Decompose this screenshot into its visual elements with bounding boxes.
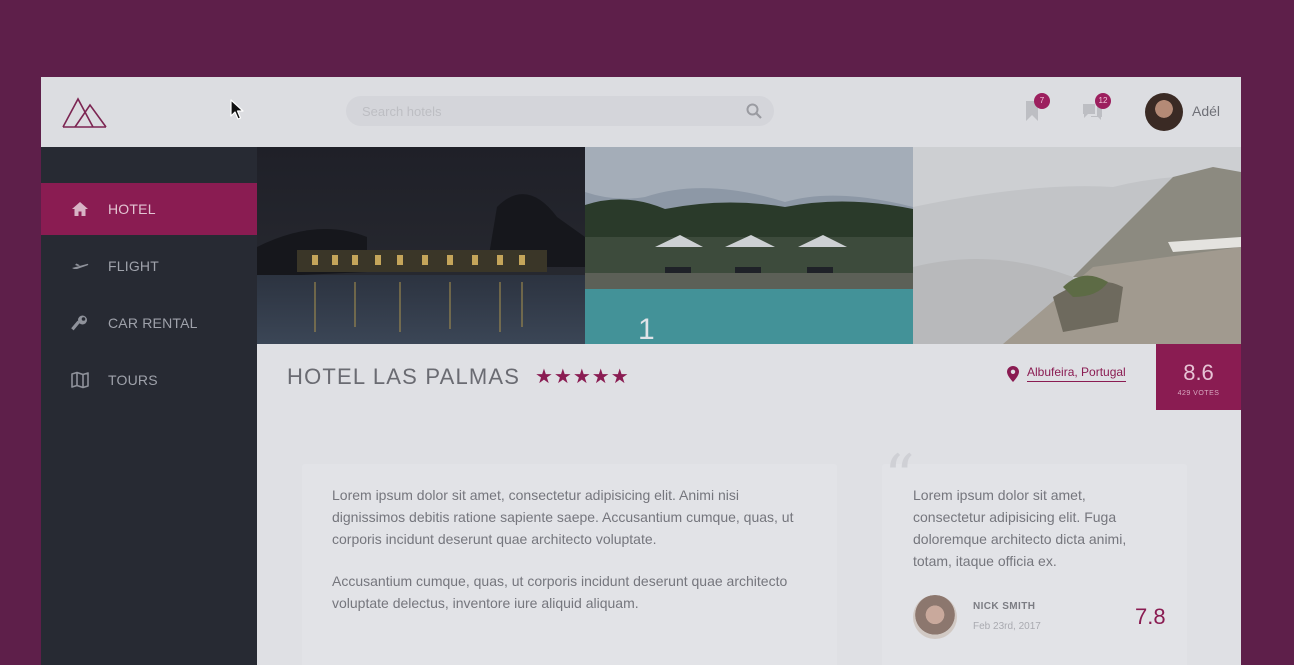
mouse-cursor-icon <box>230 99 244 120</box>
hotel-location-link[interactable]: Albufeira, Portugal <box>1027 365 1126 382</box>
reviewer-avatar <box>913 595 957 639</box>
reviewer-name: NICK SMITH <box>973 601 1036 612</box>
sidebar: HOTEL FLIGHT CAR RENTAL TOURS <box>41 147 257 665</box>
search-icon[interactable] <box>746 103 762 119</box>
sidebar-item-label: TOURS <box>108 372 158 388</box>
app-window: 7 12 Adél HOTEL FLIGHT <box>41 77 1241 665</box>
wrench-icon <box>71 315 87 331</box>
sidebar-item-label: FLIGHT <box>108 258 159 274</box>
map-icon <box>71 371 89 389</box>
slide-number: 1 <box>638 313 655 346</box>
user-avatar[interactable] <box>1145 93 1183 131</box>
mountain-logo-icon[interactable] <box>61 95 109 129</box>
home-icon <box>72 202 88 216</box>
gallery-photo-cliff-terrace[interactable] <box>913 147 1241 344</box>
plane-icon <box>72 263 89 269</box>
top-bar: 7 12 Adél <box>41 77 1241 147</box>
sidebar-item-hotel[interactable]: HOTEL <box>41 183 257 235</box>
hotel-score-badge: 8.6 429 VOTES <box>1156 344 1241 410</box>
user-name[interactable]: Adél <box>1192 103 1220 119</box>
review-date: Feb 23rd, 2017 <box>973 621 1041 632</box>
sidebar-item-label: HOTEL <box>108 201 156 217</box>
sidebar-item-car-rental[interactable]: CAR RENTAL <box>41 297 257 349</box>
sidebar-item-flight[interactable]: FLIGHT <box>41 240 257 292</box>
gallery-photo-night-pool[interactable] <box>257 147 585 344</box>
review-text: Lorem ipsum dolor sit amet, consectetur … <box>913 487 1127 569</box>
gallery-photo-day-pool[interactable] <box>585 147 913 344</box>
quote-mark-icon: “ <box>884 442 915 512</box>
hotel-score: 8.6 <box>1183 360 1214 385</box>
star-rating: ★★★★★ <box>535 366 630 388</box>
description-paragraph: Lorem ipsum dolor sit amet, consectetur … <box>332 487 794 547</box>
search-bar <box>346 96 774 126</box>
sidebar-item-tours[interactable]: TOURS <box>41 354 257 406</box>
hotel-name: HOTEL LAS PALMAS <box>287 364 521 389</box>
bookmarks-badge: 7 <box>1034 93 1050 109</box>
location-pin-icon <box>1007 366 1019 382</box>
search-input[interactable] <box>362 96 732 126</box>
sidebar-item-label: CAR RENTAL <box>108 315 198 331</box>
review-score: 7.8 <box>1135 604 1166 629</box>
hotel-votes: 429 VOTES <box>1177 390 1220 397</box>
description-paragraph: Accusantium cumque, quas, ut corporis in… <box>332 573 788 611</box>
photo-gallery[interactable]: 1 <box>257 147 1241 346</box>
messages-badge: 12 <box>1095 93 1111 109</box>
